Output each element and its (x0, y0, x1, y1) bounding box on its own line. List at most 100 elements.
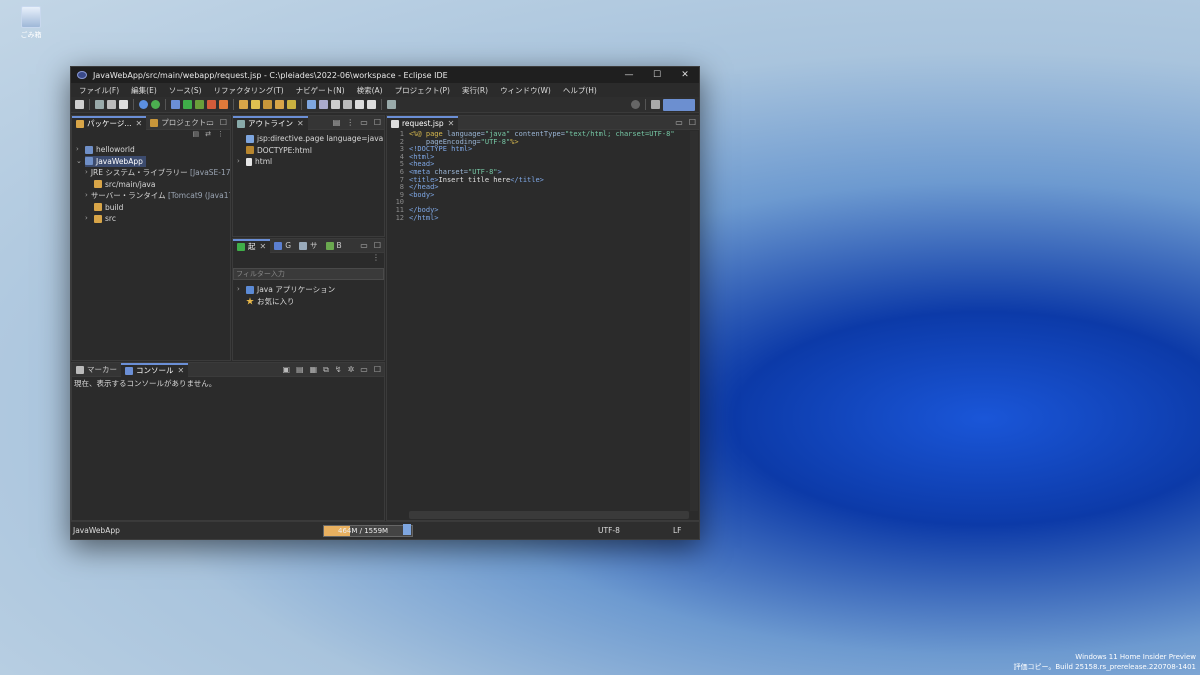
collapse-arrow-icon[interactable]: ⌄ (76, 156, 85, 168)
search-icon[interactable] (631, 100, 640, 109)
display-console-icon[interactable]: ▤ (296, 365, 304, 375)
menu-help[interactable]: ヘルプ(H) (557, 85, 603, 96)
new-package-icon[interactable] (251, 100, 260, 109)
external-tools-icon[interactable] (207, 100, 216, 109)
copy-icon[interactable]: ⧉ (323, 365, 329, 375)
tab-launch[interactable]: 起 ✕ (233, 239, 271, 253)
menu-window[interactable]: ウィンドウ(W) (494, 85, 557, 96)
forward-icon[interactable] (367, 100, 376, 109)
back-icon[interactable] (355, 100, 364, 109)
maximize-icon[interactable]: ☐ (374, 365, 381, 375)
new-class-icon[interactable] (263, 100, 272, 109)
tab-git[interactable]: G (270, 239, 295, 253)
settings-icon[interactable]: ✲ (348, 365, 355, 375)
last-edit-icon[interactable] (343, 100, 352, 109)
annotation-prev-icon[interactable] (331, 100, 340, 109)
gc-icon[interactable] (403, 524, 411, 535)
debug-server-icon[interactable] (139, 100, 148, 109)
expand-arrow-icon[interactable]: › (237, 284, 246, 296)
tab-outline[interactable]: アウトライン ✕ (233, 116, 308, 130)
horizontal-scrollbar[interactable] (409, 511, 689, 519)
close-icon[interactable]: ✕ (448, 119, 455, 128)
view-menu-icon[interactable]: ⋮ (346, 118, 354, 127)
tree-item-build[interactable]: build (76, 202, 230, 214)
open-type-icon[interactable] (275, 100, 284, 109)
tasks-icon[interactable] (219, 100, 228, 109)
tab-breakpoints[interactable]: B (322, 239, 346, 253)
launch-item-favorites[interactable]: お気に入り (237, 296, 384, 308)
tree-item-src[interactable]: › src (76, 213, 230, 225)
menu-source[interactable]: ソース(S) (163, 85, 208, 96)
tree-item-server-runtime[interactable]: ›サーバー・ランタイム [Tomcat9 (Java17)] (76, 190, 230, 202)
close-icon[interactable]: ✕ (178, 366, 185, 375)
launch-item-java-app[interactable]: › Java アプリケーション (237, 284, 384, 296)
menu-search[interactable]: 検索(A) (351, 85, 389, 96)
run-icon[interactable] (183, 100, 192, 109)
tab-request-jsp[interactable]: request.jsp ✕ (387, 116, 459, 130)
outline-item-directive[interactable]: jsp:directive.page language=java (237, 133, 384, 145)
tab-console[interactable]: コンソール ✕ (121, 363, 189, 377)
minimize-icon[interactable]: ▭ (206, 118, 214, 127)
open-console-icon[interactable]: ▣ (282, 365, 290, 375)
outline-item-html[interactable]: › html (237, 156, 384, 168)
close-icon[interactable]: ✕ (297, 119, 304, 128)
view-menu-icon[interactable]: ⋮ (372, 253, 380, 266)
menu-navigate[interactable]: ナビゲート(N) (290, 85, 351, 96)
pin-editor-icon[interactable] (387, 100, 396, 109)
new-java-project-icon[interactable] (239, 100, 248, 109)
menu-refactor[interactable]: リファクタリング(T) (208, 85, 290, 96)
menu-edit[interactable]: 編集(E) (125, 85, 163, 96)
code-area[interactable]: <%@ page language="java" contentType="te… (409, 130, 675, 222)
menu-project[interactable]: プロジェクト(P) (389, 85, 456, 96)
view-menu-icon[interactable]: ⋮ (217, 130, 224, 141)
tree-item-jre[interactable]: › JRE システム・ライブラリー [JavaSE-17] (76, 167, 230, 179)
run-server-icon[interactable] (151, 100, 160, 109)
expand-arrow-icon[interactable]: › (85, 190, 88, 202)
tab-package-explorer[interactable]: パッケージ... ✕ (72, 116, 147, 130)
maximize-icon[interactable]: ☐ (374, 118, 381, 127)
maximize-icon[interactable]: ☐ (220, 118, 227, 127)
menu-run[interactable]: 実行(R) (456, 85, 494, 96)
toggle-mark-icon[interactable] (307, 100, 316, 109)
outline-item-doctype[interactable]: DOCTYPE:html (237, 145, 384, 157)
minimize-button[interactable]: — (615, 70, 643, 80)
expand-arrow-icon[interactable]: › (85, 167, 88, 179)
expand-arrow-icon[interactable]: › (85, 213, 94, 225)
tree-item-javawebapp[interactable]: ⌄ JavaWebApp (76, 155, 230, 168)
save-all-icon[interactable] (107, 100, 116, 109)
print-icon[interactable] (119, 100, 128, 109)
tree-item-src-main-java[interactable]: src/main/java (76, 179, 230, 191)
annotation-icon[interactable] (319, 100, 328, 109)
close-icon[interactable]: ✕ (136, 119, 143, 128)
java-ee-perspective-button[interactable] (663, 98, 695, 111)
heap-status[interactable]: 464M / 1559M (323, 525, 413, 537)
minimize-icon[interactable]: ▭ (360, 241, 368, 250)
collapse-all-icon[interactable]: ▤ (333, 118, 341, 127)
open-perspective-icon[interactable] (651, 100, 660, 109)
maximize-icon[interactable]: ☐ (689, 118, 696, 127)
tree-item-helloworld[interactable]: › helloworld (76, 144, 230, 156)
close-icon[interactable]: ✕ (260, 242, 267, 251)
open-resource-icon[interactable] (287, 100, 296, 109)
menu-file[interactable]: ファイル(F) (73, 85, 125, 96)
expand-arrow-icon[interactable]: › (76, 144, 85, 156)
link-editor-icon[interactable]: ⇄ (205, 130, 211, 141)
tab-servers[interactable]: サ (295, 239, 322, 253)
pin-console-icon[interactable]: ▦ (310, 365, 318, 375)
close-button[interactable]: ✕ (671, 70, 699, 80)
coverage-icon[interactable] (195, 100, 204, 109)
collapse-all-icon[interactable]: ▤ (193, 130, 200, 141)
minimize-icon[interactable]: ▭ (360, 365, 368, 375)
expand-arrow-icon[interactable]: › (237, 156, 246, 168)
title-bar[interactable]: JavaWebApp/src/main/webapp/request.jsp -… (71, 67, 699, 83)
minimize-icon[interactable]: ▭ (360, 118, 368, 127)
new-icon[interactable] (75, 100, 84, 109)
vertical-scrollbar[interactable] (690, 131, 698, 511)
tab-markers[interactable]: マーカー (72, 363, 121, 377)
maximize-button[interactable]: ☐ (643, 70, 671, 80)
filter-input[interactable]: フィルター入力 (233, 268, 384, 280)
save-icon[interactable] (95, 100, 104, 109)
minimize-icon[interactable]: ▭ (675, 118, 683, 127)
maximize-icon[interactable]: ☐ (374, 241, 381, 250)
debug-icon[interactable] (171, 100, 180, 109)
